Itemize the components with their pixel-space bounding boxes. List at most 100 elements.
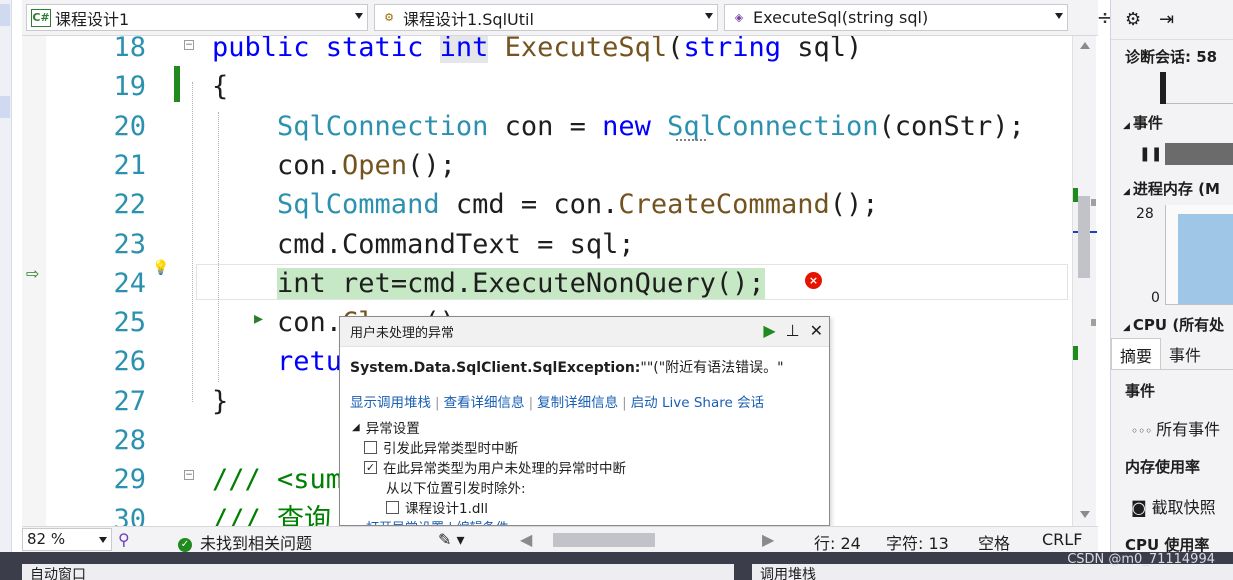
dll-exclusion-checkbox[interactable]	[386, 500, 399, 514]
scroll-down-icon[interactable]	[1080, 511, 1090, 518]
timeline-cursor[interactable]	[1160, 72, 1166, 104]
line-number: 26	[113, 346, 146, 378]
break-when-unhandled-option[interactable]: ✓ 在此异常类型为用户未处理的异常时中断	[352, 457, 626, 477]
char-indicator[interactable]: 字符: 13	[886, 530, 949, 554]
collapse-triangle-icon[interactable]: ◢	[352, 422, 360, 433]
take-snapshot-item[interactable]: ◙ 截取快照	[1131, 494, 1216, 518]
line-number: 29	[113, 464, 146, 496]
events-section[interactable]: ◢ 事件	[1123, 112, 1163, 133]
code-token: SqlConnection	[650, 110, 879, 142]
code-line[interactable]: 19 {	[22, 67, 1078, 106]
except-from-text: 从以下位置引发时除外:	[386, 481, 526, 497]
code-token: {	[212, 71, 229, 103]
call-stack-title: 调用堆栈	[760, 567, 816, 580]
chevron-down-icon	[355, 13, 363, 19]
collapse-icon[interactable]: −	[184, 40, 194, 50]
line-number: 22	[113, 189, 146, 221]
pause-icon[interactable]: ❚❚	[1139, 146, 1162, 162]
whitespace-indicator[interactable]: 空格	[978, 530, 1010, 554]
intellicode-icon[interactable]: ⚲	[118, 530, 130, 549]
memory-axis-top: 28	[1136, 206, 1154, 222]
issues-indicator[interactable]: ✓ 未找到相关问题	[178, 530, 312, 554]
pin-icon[interactable]: ⊥	[786, 321, 800, 340]
break-when-thrown-checkbox[interactable]	[364, 440, 377, 454]
method-icon: ◈	[734, 11, 744, 24]
horizontal-scroll-thumb[interactable]	[553, 533, 655, 547]
code-token: SqlCommand	[212, 189, 440, 221]
code-token: CreateCommand	[618, 189, 830, 221]
chevron-down-icon	[705, 13, 713, 19]
code-text: con.Open();	[212, 146, 456, 185]
show-call-stack-link[interactable]: 显示调用堆栈	[350, 395, 431, 411]
code-line[interactable]: 21 con.Open();	[22, 146, 1078, 185]
settings-gear-icon[interactable]: ⚙	[1125, 9, 1141, 30]
continue-icon[interactable]: ▶	[763, 321, 775, 340]
code-text: /// <sum	[212, 460, 342, 499]
except-from-label: 从以下位置引发时除外:	[352, 477, 626, 497]
code-text: {	[212, 67, 228, 106]
code-line[interactable]: 20 SqlConnection con = new SqlConnection…	[22, 107, 1078, 146]
code-token: /// 查询	[212, 503, 332, 526]
code-token: public static	[212, 36, 440, 63]
zoom-dropdown[interactable]: 82 %	[22, 528, 112, 551]
code-token: cmd = con.	[439, 189, 619, 221]
line-ending-indicator[interactable]: CRLF	[1042, 530, 1082, 549]
code-line[interactable]: 24 int ret=cmd.ExecuteNonQuery();	[22, 264, 1078, 303]
cleanup-brush-icon[interactable]: ✎ ▾	[438, 530, 465, 549]
autos-window-tab[interactable]: 自动窗口	[22, 564, 734, 580]
memory-chart	[1165, 205, 1233, 305]
view-details-link[interactable]: 查看详细信息	[444, 395, 525, 411]
code-token: }	[212, 385, 229, 417]
break-when-thrown-option[interactable]: 引发此异常类型时中断	[352, 437, 626, 457]
strip-mark	[0, 96, 10, 118]
scroll-right-icon[interactable]: ▶	[762, 530, 774, 549]
error-icon[interactable]: ×	[805, 272, 822, 289]
lightbulb-icon[interactable]: 💡	[152, 260, 169, 276]
csharp-project-icon: C#	[31, 8, 51, 27]
live-share-link[interactable]: 启动 Live Share 会话	[631, 395, 764, 411]
process-memory-section[interactable]: ◢ 进程内存 (M	[1123, 178, 1220, 199]
export-icon[interactable]: ⇥	[1159, 9, 1174, 30]
execution-pointer-icon[interactable]: ⇨	[26, 264, 39, 283]
dll-exclusion-option[interactable]: 课程设计1.dll	[352, 497, 626, 517]
project-dropdown[interactable]: C# 课程设计1	[26, 4, 368, 31]
exception-settings-header[interactable]: ◢ 异常设置	[352, 417, 626, 437]
code-line[interactable]: 18 public static int ExecuteSql(string sq…	[22, 36, 1078, 67]
exception-settings: ◢ 异常设置 引发此异常类型时中断 ✓ 在此异常类型为用户未处理的异常时中断 从…	[352, 417, 626, 517]
scroll-thumb[interactable]	[1078, 196, 1090, 278]
tab-events[interactable]: 事件	[1161, 338, 1209, 369]
events-heading: 事件	[1125, 382, 1156, 400]
collapse-icon[interactable]: −	[184, 470, 194, 480]
cpu-section[interactable]: ◢ CPU (所有处	[1123, 314, 1224, 335]
navigation-bar: C# 课程设计1 ⚙ 课程设计1.SqlUtil ◈ ExecuteSql(st…	[22, 0, 1113, 36]
code-line[interactable]: 23 cmd.CommandText = sql;	[22, 225, 1078, 264]
break-when-unhandled-checkbox[interactable]: ✓	[364, 460, 377, 474]
code-token: ExecuteSql	[488, 36, 668, 63]
class-dropdown[interactable]: ⚙ 课程设计1.SqlUtil	[374, 4, 718, 31]
line-indicator[interactable]: 行: 24	[814, 530, 861, 554]
code-token: (	[667, 36, 684, 63]
dll-name: 课程设计1.dll	[405, 501, 488, 517]
all-events-item[interactable]: ◦◦◦ 所有事件	[1131, 416, 1220, 440]
diagnostic-tabs: 摘要 事件	[1111, 338, 1233, 370]
scroll-marker	[1091, 199, 1096, 206]
line-number: 20	[113, 110, 146, 142]
member-dropdown[interactable]: ◈ ExecuteSql(string sql)	[724, 4, 1068, 31]
scroll-up-icon[interactable]	[1080, 42, 1090, 49]
tab-summary[interactable]: 摘要	[1111, 338, 1162, 369]
exception-popup-actions: ▶ ⊥ ✕	[763, 321, 823, 340]
code-line[interactable]: 22 SqlCommand cmd = con.CreateCommand();	[22, 185, 1078, 224]
close-icon[interactable]: ✕	[810, 321, 823, 340]
run-to-cursor-icon[interactable]: ▸	[254, 308, 263, 329]
cpu-usage-heading: CPU 使用率	[1125, 536, 1210, 552]
timeline-ruler	[1161, 74, 1233, 104]
line-number: 23	[113, 228, 146, 260]
code-token: new	[602, 110, 651, 142]
copy-details-link[interactable]: 复制详细信息	[537, 395, 618, 411]
vertical-scrollbar[interactable]	[1072, 36, 1097, 526]
scroll-left-icon[interactable]: ◀	[520, 530, 532, 549]
exception-helper-popup: 用户未处理的异常 ▶ ⊥ ✕ System.Data.SqlClient.Sql…	[339, 316, 830, 526]
code-token: SqlConnection	[212, 110, 489, 142]
open-exception-settings-link[interactable]: 打开异常设置 | 编辑条件	[366, 517, 509, 525]
